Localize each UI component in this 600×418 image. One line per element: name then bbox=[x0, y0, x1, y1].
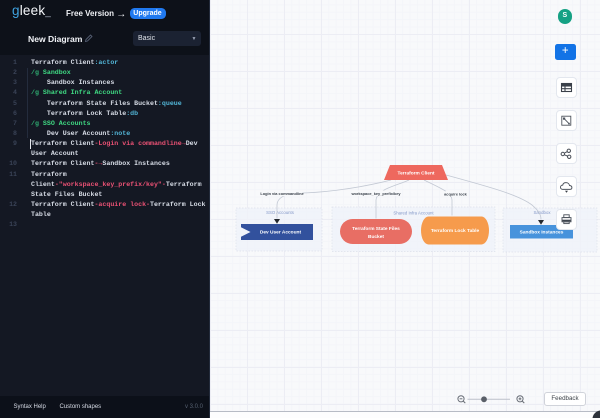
svg-text:Shared Infra Account: Shared Infra Account bbox=[393, 210, 434, 215]
svg-text:acquire lock: acquire lock bbox=[444, 192, 468, 197]
svg-text:Sandbox: Sandbox bbox=[534, 210, 552, 215]
svg-text:Terraform Client: Terraform Client bbox=[398, 170, 435, 176]
svg-text:Terraform State Files: Terraform State Files bbox=[352, 226, 400, 232]
svg-text:Bucket: Bucket bbox=[368, 234, 384, 240]
svg-text:Dev User Account: Dev User Account bbox=[260, 230, 302, 236]
svg-text:Terraform Lock Table: Terraform Lock Table bbox=[431, 228, 480, 234]
svg-text:Sandbox Instances: Sandbox Instances bbox=[520, 229, 564, 235]
svg-text:Login via commandline: Login via commandline bbox=[260, 191, 304, 196]
svg-text:SSO Accounts: SSO Accounts bbox=[266, 210, 294, 215]
svg-text:workspace_key_prefix/key: workspace_key_prefix/key bbox=[350, 191, 401, 196]
